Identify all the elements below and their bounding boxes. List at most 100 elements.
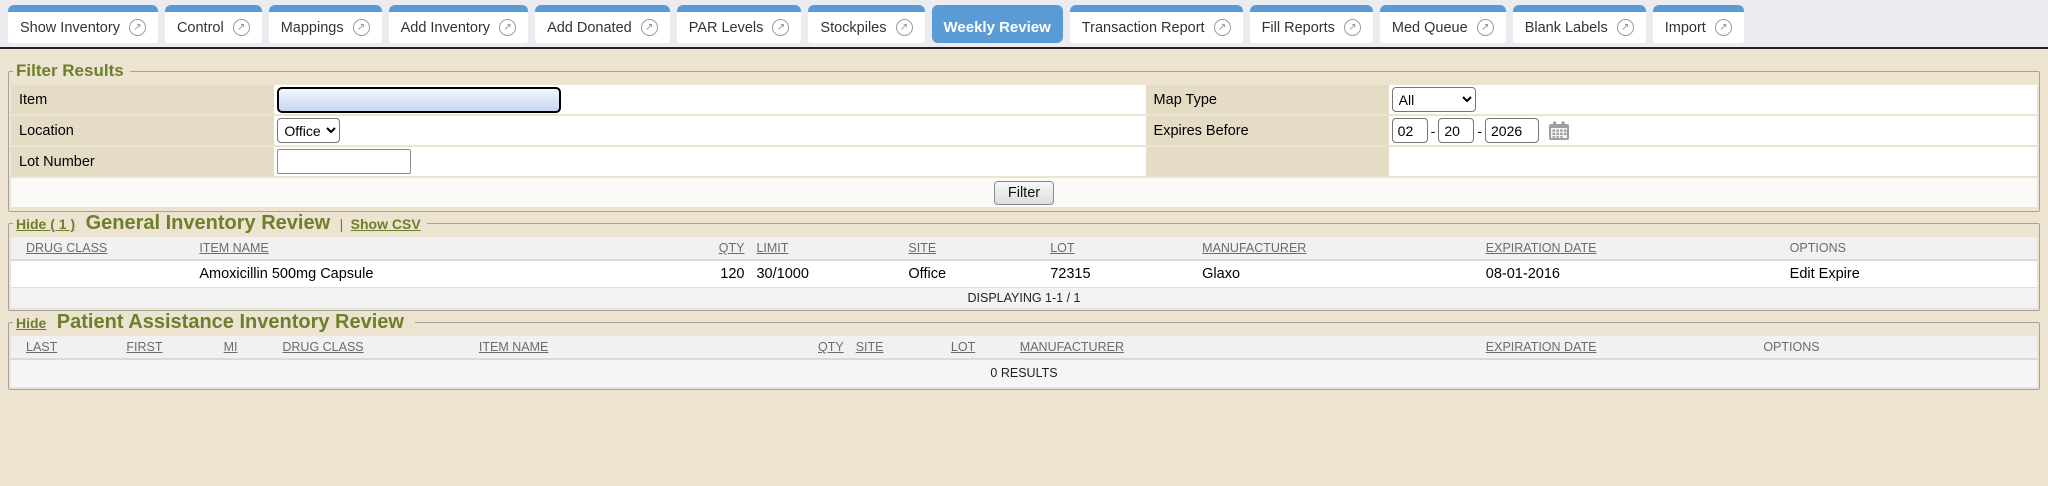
- table-header-row: LAST FIRST MI DRUG CLASS ITEM NAME QTY S…: [11, 336, 2037, 359]
- col-options: OPTIONS: [1784, 237, 2037, 260]
- filter-results-section: Filter Results Item Map Type All Locatio…: [8, 61, 2040, 212]
- tab-control[interactable]: Control ↗: [165, 5, 262, 43]
- col-lot[interactable]: LOT: [1044, 237, 1196, 260]
- cell-limit: 30/1000: [750, 260, 902, 288]
- tab-weekly-review[interactable]: Weekly Review: [932, 5, 1063, 43]
- tab-med-queue[interactable]: Med Queue ↗: [1380, 5, 1506, 43]
- page-content: Filter Results Item Map Type All Locatio…: [0, 47, 2048, 486]
- lot-number-input[interactable]: [277, 149, 411, 174]
- external-link-icon[interactable]: ↗: [233, 19, 250, 36]
- cell-item-name: Amoxicillin 500mg Capsule: [193, 260, 659, 288]
- col-expiration-date[interactable]: EXPIRATION DATE: [1480, 336, 1758, 359]
- col-drug-class[interactable]: DRUG CLASS: [11, 237, 193, 260]
- external-link-icon[interactable]: ↗: [1477, 19, 1494, 36]
- empty-results-row: 0 RESULTS: [11, 359, 2037, 387]
- map-type-select[interactable]: All: [1392, 87, 1476, 112]
- tab-add-inventory[interactable]: Add Inventory ↗: [389, 5, 528, 43]
- table-footer-row: DISPLAYING 1-1 / 1: [11, 288, 2037, 309]
- tab-accent-bar: [1513, 5, 1646, 12]
- tab-stockpiles[interactable]: Stockpiles ↗: [808, 5, 924, 43]
- external-link-icon[interactable]: ↗: [353, 19, 370, 36]
- empty-cell: [1389, 147, 2037, 176]
- general-inventory-table: DRUG CLASS ITEM NAME QTY LIMIT SITE LOT …: [11, 237, 2037, 308]
- tab-mappings[interactable]: Mappings ↗: [269, 5, 382, 43]
- tab-accent-bar: [165, 5, 262, 12]
- item-label: Item: [11, 85, 274, 114]
- col-expiration-date[interactable]: EXPIRATION DATE: [1480, 237, 1784, 260]
- col-qty[interactable]: QTY: [757, 336, 850, 359]
- tab-label: Med Queue: [1392, 20, 1468, 36]
- empty-cell: [1146, 147, 1389, 176]
- tab-label: Mappings: [281, 20, 344, 36]
- general-inventory-section: Hide ( 1 ) General Inventory Review | Sh…: [8, 212, 2040, 311]
- tab-blank-labels[interactable]: Blank Labels ↗: [1513, 5, 1646, 43]
- tab-label: Stockpiles: [820, 20, 886, 36]
- tab-par-levels[interactable]: PAR Levels ↗: [677, 5, 802, 43]
- show-csv-link[interactable]: Show CSV: [351, 216, 421, 232]
- col-limit[interactable]: LIMIT: [750, 237, 902, 260]
- general-hide-link[interactable]: Hide ( 1 ): [16, 216, 75, 232]
- col-site[interactable]: SITE: [902, 237, 1044, 260]
- location-label: Location: [11, 116, 274, 145]
- patient-assistance-table: LAST FIRST MI DRUG CLASS ITEM NAME QTY S…: [11, 336, 2037, 387]
- col-lot[interactable]: LOT: [945, 336, 1014, 359]
- col-manufacturer[interactable]: MANUFACTURER: [1014, 336, 1480, 359]
- tab-label: Transaction Report: [1082, 20, 1205, 36]
- expires-month-input[interactable]: [1392, 118, 1428, 143]
- tab-label: Control: [177, 20, 224, 36]
- col-last[interactable]: LAST: [11, 336, 120, 359]
- col-item-name[interactable]: ITEM NAME: [473, 336, 757, 359]
- tab-fill-reports[interactable]: Fill Reports ↗: [1250, 5, 1373, 43]
- calendar-icon[interactable]: [1548, 120, 1570, 142]
- legend-separator: |: [340, 216, 344, 232]
- tab-accent-bar: [1653, 5, 1744, 12]
- expires-day-input[interactable]: [1438, 118, 1474, 143]
- external-link-icon[interactable]: ↗: [772, 19, 789, 36]
- patient-hide-link[interactable]: Hide: [16, 315, 46, 331]
- tab-label: Fill Reports: [1262, 20, 1335, 36]
- expires-year-input[interactable]: [1485, 118, 1539, 143]
- col-site[interactable]: SITE: [850, 336, 945, 359]
- external-link-icon[interactable]: ↗: [1344, 19, 1361, 36]
- filter-button[interactable]: Filter: [994, 181, 1054, 205]
- external-link-icon[interactable]: ↗: [129, 19, 146, 36]
- results-count: 0 RESULTS: [11, 359, 2037, 387]
- tab-transaction-report[interactable]: Transaction Report ↗: [1070, 5, 1243, 43]
- tab-accent-bar: [1070, 5, 1243, 12]
- patient-assistance-legend: Hide Patient Assistance Inventory Review: [13, 311, 415, 334]
- external-link-icon[interactable]: ↗: [499, 19, 516, 36]
- tab-bar: Show Inventory ↗ Control ↗ Mappings ↗ Ad…: [0, 0, 2048, 47]
- tab-show-inventory[interactable]: Show Inventory ↗: [8, 5, 158, 43]
- inventory-row: Amoxicillin 500mg Capsule 120 30/1000 Of…: [11, 260, 2037, 288]
- col-manufacturer[interactable]: MANUFACTURER: [1196, 237, 1480, 260]
- tab-label: Weekly Review: [944, 19, 1051, 36]
- filter-form: Item Map Type All Location Office: [11, 83, 2037, 209]
- tab-import[interactable]: Import ↗: [1653, 5, 1744, 43]
- external-link-icon[interactable]: ↗: [641, 19, 658, 36]
- external-link-icon[interactable]: ↗: [1617, 19, 1634, 36]
- tab-accent-bar: [269, 5, 382, 12]
- external-link-icon[interactable]: ↗: [1715, 19, 1732, 36]
- tab-accent-bar: [8, 5, 158, 12]
- tab-accent-bar: [932, 5, 1063, 12]
- cell-lot: 72315: [1044, 260, 1196, 288]
- col-item-name[interactable]: ITEM NAME: [193, 237, 659, 260]
- tab-add-donated[interactable]: Add Donated ↗: [535, 5, 670, 43]
- col-first[interactable]: FIRST: [120, 336, 217, 359]
- filter-results-legend: Filter Results: [13, 61, 130, 81]
- date-separator: -: [1477, 123, 1482, 139]
- item-input[interactable]: [277, 87, 561, 113]
- col-qty[interactable]: QTY: [659, 237, 750, 260]
- external-link-icon[interactable]: ↗: [896, 19, 913, 36]
- col-mi[interactable]: MI: [218, 336, 277, 359]
- tab-label: Show Inventory: [20, 20, 120, 36]
- tab-accent-bar: [677, 5, 802, 12]
- edit-expire-action[interactable]: Edit Expire: [1784, 260, 2037, 288]
- external-link-icon[interactable]: ↗: [1214, 19, 1231, 36]
- col-drug-class[interactable]: DRUG CLASS: [276, 336, 473, 359]
- general-inventory-title: General Inventory Review: [86, 212, 331, 234]
- map-type-label: Map Type: [1146, 85, 1389, 114]
- tab-label: Add Donated: [547, 20, 632, 36]
- tab-accent-bar: [389, 5, 528, 12]
- location-select[interactable]: Office: [277, 118, 340, 143]
